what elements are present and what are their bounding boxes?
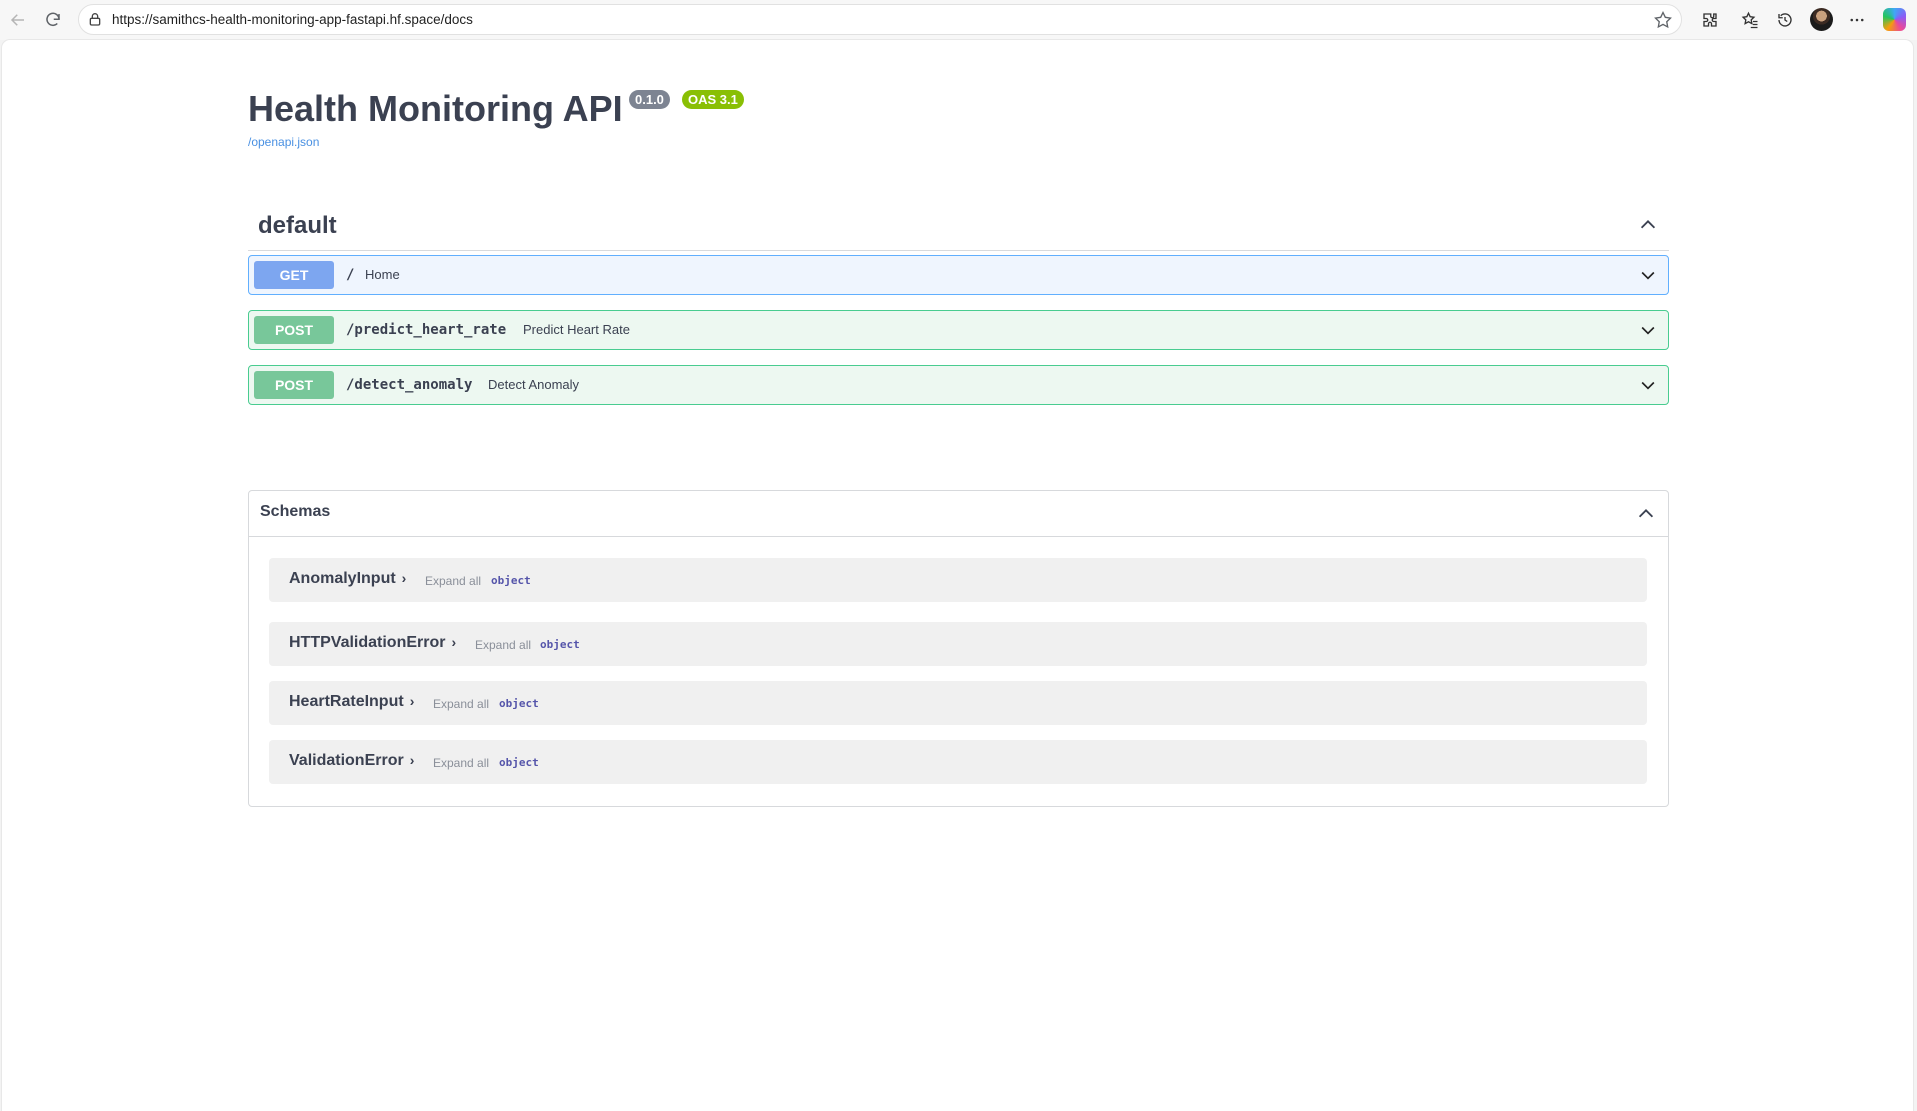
model-name-text: AnomalyInput <box>289 570 396 587</box>
chevron-down-icon[interactable] <box>1638 320 1658 340</box>
chevron-down-icon[interactable] <box>1638 265 1658 285</box>
operation-path: /predict_heart_rate <box>346 322 507 338</box>
model-name-text: ValidationError <box>289 752 404 769</box>
tag-section-default[interactable]: default <box>248 202 1669 251</box>
schema-model-anomalyinput[interactable]: AnomalyInput › Expand all object <box>269 558 1647 602</box>
model-type: object <box>491 574 531 587</box>
browser-toolbar: https://samithcs-health-monitoring-app-f… <box>0 0 1917 40</box>
model-type: object <box>499 756 539 769</box>
expand-all-link[interactable]: Expand all <box>433 697 489 711</box>
model-name-text: HeartRateInput <box>289 693 404 710</box>
model-name[interactable]: ValidationError › <box>289 752 414 770</box>
profile-avatar[interactable] <box>1810 8 1833 31</box>
schema-model-validationerror[interactable]: ValidationError › Expand all object <box>269 740 1647 784</box>
lock-icon <box>89 13 101 26</box>
operation-summary: Detect Anomaly <box>488 377 580 392</box>
model-name-text: HTTPValidationError <box>289 634 446 651</box>
history-icon[interactable] <box>1774 9 1796 31</box>
chevron-up-icon[interactable] <box>1637 214 1659 236</box>
model-type: object <box>499 697 539 710</box>
model-name[interactable]: HeartRateInput › <box>289 693 414 711</box>
schema-model-heartrateinput[interactable]: HeartRateInput › Expand all object <box>269 681 1647 725</box>
chevron-right-icon: › <box>401 570 407 586</box>
url-text[interactable]: https://samithcs-health-monitoring-app-f… <box>112 12 473 27</box>
chevron-right-icon: › <box>409 752 415 768</box>
swagger-page: Health Monitoring API 0.1.0 OAS 3.1 /ope… <box>2 40 1913 1111</box>
tag-title: default <box>258 212 337 239</box>
address-bar[interactable]: https://samithcs-health-monitoring-app-f… <box>78 4 1682 35</box>
operation-post-predict-heart-rate[interactable]: POST /predict_heart_rate Predict Heart R… <box>248 310 1669 350</box>
favorite-star-icon[interactable] <box>1653 10 1673 30</box>
schemas-header[interactable]: Schemas <box>249 491 1668 537</box>
page-title: Health Monitoring API <box>248 88 623 129</box>
operation-summary: Predict Heart Rate <box>523 322 630 337</box>
reload-icon[interactable] <box>40 7 66 33</box>
schemas-section: Schemas AnomalyInput › Expand all object … <box>248 490 1669 807</box>
expand-all-link[interactable]: Expand all <box>475 638 531 652</box>
method-badge: POST <box>254 371 334 399</box>
version-badge: 0.1.0 <box>629 90 670 109</box>
chevron-down-icon[interactable] <box>1638 375 1658 395</box>
chevron-up-icon[interactable] <box>1635 503 1657 525</box>
more-options-icon[interactable] <box>1846 9 1868 31</box>
oas-badge: OAS 3.1 <box>682 90 744 109</box>
operation-get-home[interactable]: GET / Home <box>248 255 1669 295</box>
operation-summary: Home <box>365 267 400 282</box>
operation-path: /detect_anomaly <box>346 377 473 393</box>
back-arrow-icon[interactable] <box>5 7 31 33</box>
extensions-icon[interactable] <box>1699 9 1721 31</box>
method-badge: POST <box>254 316 334 344</box>
expand-all-link[interactable]: Expand all <box>425 574 481 588</box>
chevron-right-icon: › <box>451 634 457 650</box>
model-name[interactable]: AnomalyInput › <box>289 570 406 588</box>
schema-model-httpvalidationerror[interactable]: HTTPValidationError › Expand all object <box>269 622 1647 666</box>
copilot-icon[interactable] <box>1883 8 1906 31</box>
expand-all-link[interactable]: Expand all <box>433 756 489 770</box>
favorites-icon[interactable] <box>1739 9 1761 31</box>
model-type: object <box>540 638 580 651</box>
operation-path: / <box>346 267 355 283</box>
model-name[interactable]: HTTPValidationError › <box>289 634 456 652</box>
openapi-json-link[interactable]: /openapi.json <box>248 135 319 149</box>
method-badge: GET <box>254 261 334 289</box>
operation-post-detect-anomaly[interactable]: POST /detect_anomaly Detect Anomaly <box>248 365 1669 405</box>
chevron-right-icon: › <box>409 693 415 709</box>
schemas-title: Schemas <box>260 503 331 520</box>
